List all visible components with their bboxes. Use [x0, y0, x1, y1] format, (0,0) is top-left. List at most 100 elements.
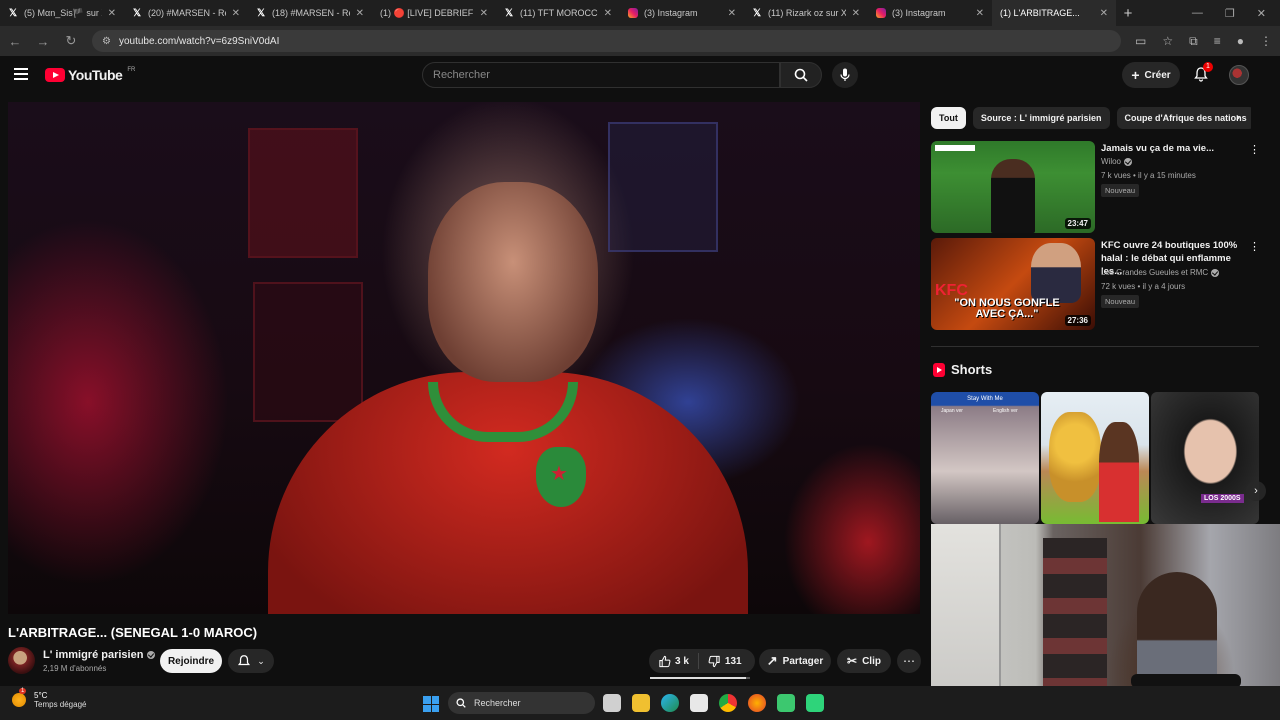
notifications-button[interactable]: 1: [1193, 62, 1213, 82]
thumbnail-referee: [991, 159, 1035, 233]
video-thumbnail[interactable]: 23:47: [931, 141, 1095, 233]
chevron-down-icon: ⌄: [257, 655, 265, 666]
cast-icon[interactable]: ▭: [1135, 34, 1146, 49]
youtube-logo[interactable]: YouTube FR: [45, 67, 135, 83]
close-icon[interactable]: ✕: [232, 8, 240, 19]
browser-tab[interactable]: 𝕏 (11) TFT MOROCCO : ✕: [496, 0, 620, 26]
voice-search-button[interactable]: [832, 62, 858, 88]
close-icon[interactable]: ✕: [728, 8, 736, 19]
recommended-video[interactable]: 23:47 Jamais vu ça de ma vie... Wiloo 7 …: [931, 141, 1261, 233]
like-count: 3 k: [675, 655, 689, 667]
close-icon[interactable]: ✕: [480, 8, 488, 19]
recommended-channel[interactable]: Les Grandes Gueules et RMC: [1101, 268, 1208, 277]
channel-name-row[interactable]: L' immigré parisien: [43, 649, 156, 661]
site-info-icon[interactable]: ⚙: [102, 36, 111, 47]
search-button[interactable]: [780, 62, 822, 88]
create-button[interactable]: + Créer: [1122, 62, 1180, 88]
store-icon[interactable]: [690, 694, 708, 712]
chip-source[interactable]: Source : L' immigré parisien: [972, 107, 1110, 129]
chrome-icon[interactable]: [719, 694, 737, 712]
video-person-head: [428, 182, 598, 382]
whatsapp-icon[interactable]: [806, 694, 824, 712]
menu-icon[interactable]: [14, 68, 28, 83]
country-code: FR: [127, 67, 136, 73]
browser-tab[interactable]: (3) Instagram ✕: [620, 0, 744, 26]
browser-tab[interactable]: 𝕏 (18) #MARSEN - Rech ✕: [248, 0, 372, 26]
short-card[interactable]: [1041, 392, 1149, 524]
more-actions-button[interactable]: ⋯: [897, 649, 921, 673]
channel-avatar[interactable]: [8, 647, 35, 674]
file-explorer-icon[interactable]: [632, 694, 650, 712]
chip-afcon[interactable]: Coupe d'Afrique des nations: [1116, 107, 1251, 129]
close-icon[interactable]: ✕: [108, 8, 116, 19]
toolbar-icons: ▭ ☆ ⧉ ≡ ● ⋮: [1135, 34, 1272, 49]
subscriber-count: 2,19 M d'abonnés: [43, 664, 107, 673]
extensions-icon[interactable]: ⧉: [1189, 34, 1198, 49]
task-view-icon[interactable]: [603, 694, 621, 712]
browser-tab[interactable]: 𝕏 (5) Mαn_Sis🏴 sur X : ✕: [0, 0, 124, 26]
short-caption: Stay With Me: [967, 396, 1003, 402]
close-icon[interactable]: ✕: [852, 8, 860, 19]
close-icon[interactable]: ✕: [356, 8, 364, 19]
instagram-icon: [876, 8, 886, 18]
new-tab-button[interactable]: +: [1116, 5, 1140, 22]
subscription-bell-button[interactable]: ⌄: [228, 649, 274, 673]
channel-name[interactable]: L' immigré parisien: [43, 649, 143, 661]
like-button[interactable]: 3 k: [649, 649, 698, 673]
back-icon[interactable]: ←: [8, 34, 22, 49]
url-field[interactable]: ⚙ youtube.com/watch?v=6z9SniV0dAI: [92, 30, 1122, 52]
account-avatar[interactable]: [1229, 65, 1249, 85]
bookmark-star-icon[interactable]: ☆: [1162, 34, 1173, 49]
media-icon[interactable]: ≡: [1214, 34, 1221, 49]
browser-tab[interactable]: ▶(1) 🔴 [LIVE] DEBRIEF✕: [372, 0, 496, 66]
recommended-channel[interactable]: Wiloo: [1101, 157, 1121, 166]
more-vertical-icon[interactable]: ⋮: [1249, 143, 1260, 156]
clip-button[interactable]: ✂ Clip: [837, 649, 891, 673]
maximize-icon[interactable]: ❐: [1225, 7, 1235, 20]
short-card[interactable]: LOS 2000S: [1151, 392, 1259, 524]
x-icon: 𝕏: [504, 7, 514, 19]
recommended-channel-row[interactable]: Wiloo: [1101, 157, 1133, 166]
windows-start-icon[interactable]: [423, 696, 439, 712]
like-ratio-bar: [650, 677, 750, 679]
close-icon[interactable]: ✕: [1100, 8, 1108, 19]
tab-title: (11) Rizark oz sur X :: [768, 8, 846, 18]
reload-icon[interactable]: ↻: [64, 33, 78, 49]
browser-tab[interactable]: 𝕏 (20) #MARSEN - Rech ✕: [124, 0, 248, 26]
browser-tab[interactable]: (3) Instagram ✕: [868, 0, 992, 26]
minimize-icon[interactable]: —: [1192, 7, 1203, 20]
firefox-icon[interactable]: [748, 694, 766, 712]
video-player[interactable]: [8, 102, 920, 614]
taskbar-search[interactable]: Rechercher: [448, 692, 595, 714]
close-window-icon[interactable]: ✕: [1257, 7, 1266, 20]
notification-badge: 1: [1203, 62, 1213, 72]
more-vertical-icon[interactable]: ⋮: [1249, 240, 1260, 253]
share-button[interactable]: ↗ Partager: [759, 649, 831, 673]
profile-icon[interactable]: ●: [1237, 34, 1244, 49]
more-horizontal-icon: ⋯: [903, 654, 915, 668]
search-icon: [794, 68, 808, 82]
app-icon[interactable]: [777, 694, 795, 712]
close-icon[interactable]: ✕: [976, 8, 984, 19]
recommended-video[interactable]: KFC "ON NOUS GONFLE AVEC ÇA..." 27:36 KF…: [931, 238, 1261, 330]
browser-tab[interactable]: 𝕏 (11) Rizark oz sur X : ✕: [744, 0, 868, 26]
browser-tab-active[interactable]: ▶(1) L'ARBITRAGE...✕: [992, 0, 1116, 66]
browser-tab-strip: 𝕏 (5) Mαn_Sis🏴 sur X : ✕ 𝕏 (20) #MARSEN - R…: [0, 0, 1280, 66]
chevron-right-icon[interactable]: ›: [1236, 110, 1240, 124]
video-thumbnail[interactable]: KFC "ON NOUS GONFLE AVEC ÇA..." 27:36: [931, 238, 1095, 330]
join-button[interactable]: Rejoindre: [160, 649, 222, 673]
recommended-channel-row[interactable]: Les Grandes Gueules et RMC: [1101, 268, 1220, 277]
search-input[interactable]: Rechercher: [422, 62, 780, 88]
edge-icon[interactable]: [661, 694, 679, 712]
weather-widget[interactable]: 1 5°C Temps dégagé: [12, 688, 86, 709]
close-icon[interactable]: ✕: [604, 8, 612, 19]
chip-all[interactable]: Tout: [931, 107, 966, 129]
duration-badge: 27:36: [1064, 315, 1091, 326]
recommended-title[interactable]: Jamais vu ça de ma vie...: [1101, 142, 1246, 155]
browser-menu-icon[interactable]: ⋮: [1260, 34, 1272, 49]
chevron-right-icon[interactable]: ›: [1246, 481, 1266, 501]
short-card[interactable]: Stay With Me Japan ver English ver: [931, 392, 1039, 524]
dislike-button[interactable]: 131: [699, 649, 751, 673]
forward-icon[interactable]: →: [36, 34, 50, 49]
create-label: Créer: [1144, 69, 1171, 81]
